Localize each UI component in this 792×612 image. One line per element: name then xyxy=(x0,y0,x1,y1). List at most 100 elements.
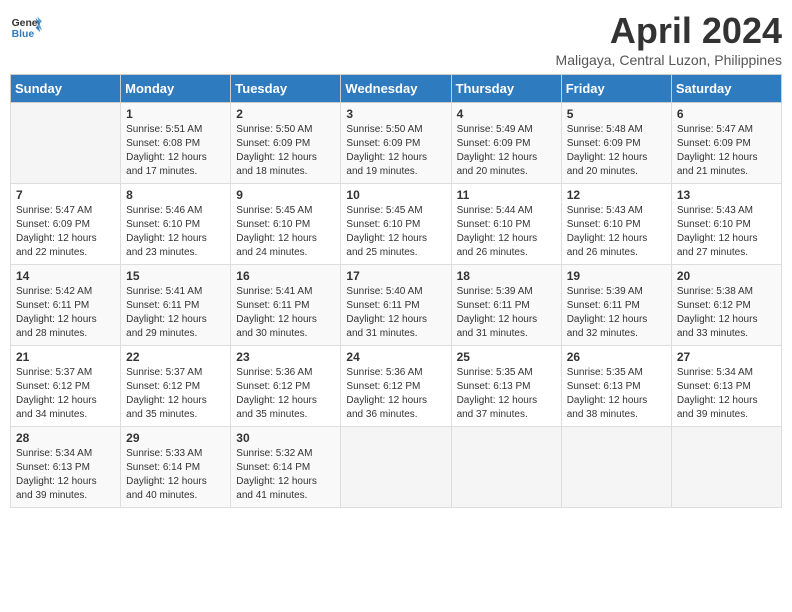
day-of-week-header: Wednesday xyxy=(341,75,451,103)
calendar-cell: 1 Sunrise: 5:51 AM Sunset: 6:08 PM Daylig… xyxy=(121,103,231,184)
day-number: 25 xyxy=(457,350,556,364)
calendar-cell: 19Sunrise: 5:39 AM Sunset: 6:11 PM Dayli… xyxy=(561,265,671,346)
calendar-cell: 30 Sunrise: 5:32 AM Sunset: 6:14 PM Dayli… xyxy=(231,427,341,508)
day-number: 12 xyxy=(567,188,666,202)
cell-info: Sunrise: 5:47 AM Sunset: 6:09 PM Dayligh… xyxy=(677,123,776,179)
calendar-cell: 3Sunrise: 5:50 AM Sunset: 6:09 PM Daylig… xyxy=(341,103,451,184)
calendar-cell: 9 Sunrise: 5:45 AM Sunset: 6:10 PM Daylig… xyxy=(231,184,341,265)
day-number: 6 xyxy=(677,107,776,121)
calendar-cell xyxy=(11,103,121,184)
cell-info: Sunrise: 5:33 AM Sunset: 6:14 PM Dayligh… xyxy=(126,447,225,503)
day-number: 27 xyxy=(677,350,776,364)
title-block: April 2024 Maligaya, Central Luzon, Phil… xyxy=(556,10,782,68)
day-number: 26 xyxy=(567,350,666,364)
day-of-week-header: Thursday xyxy=(451,75,561,103)
calendar-cell: 10 Sunrise: 5:45 AM Sunset: 6:10 PM Dayli… xyxy=(341,184,451,265)
cell-info: Sunrise: 5:46 AM Sunset: 6:10 PM Dayligh… xyxy=(126,204,225,260)
calendar-cell: 21 Sunrise: 5:37 AM Sunset: 6:12 PM Dayli… xyxy=(11,346,121,427)
day-number: 16 xyxy=(236,269,335,283)
day-number: 10 xyxy=(346,188,445,202)
day-number: 23 xyxy=(236,350,335,364)
calendar-cell: 20 Sunrise: 5:38 AM Sunset: 6:12 PM Dayli… xyxy=(671,265,781,346)
day-number: 9 xyxy=(236,188,335,202)
cell-info: Sunrise: 5:36 AM Sunset: 6:12 PM Dayligh… xyxy=(236,366,335,422)
cell-info: Sunrise: 5:38 AM Sunset: 6:12 PM Dayligh… xyxy=(677,285,776,341)
calendar-cell xyxy=(561,427,671,508)
cell-info: Sunrise: 5:50 AM Sunset: 6:09 PM Dayligh… xyxy=(346,123,445,179)
day-number: 18 xyxy=(457,269,556,283)
calendar-cell xyxy=(451,427,561,508)
calendar-cell xyxy=(671,427,781,508)
cell-info: Sunrise: 5:51 AM Sunset: 6:08 PM Dayligh… xyxy=(126,123,225,179)
calendar-cell: 29 Sunrise: 5:33 AM Sunset: 6:14 PM Dayli… xyxy=(121,427,231,508)
day-number: 20 xyxy=(677,269,776,283)
calendar-cell: 6 Sunrise: 5:47 AM Sunset: 6:09 PM Daylig… xyxy=(671,103,781,184)
cell-info: Sunrise: 5:43 AM Sunset: 6:10 PM Dayligh… xyxy=(567,204,666,260)
day-number: 8 xyxy=(126,188,225,202)
calendar-cell: 5 Sunrise: 5:48 AM Sunset: 6:09 PM Daylig… xyxy=(561,103,671,184)
calendar-cell: 27Sunrise: 5:34 AM Sunset: 6:13 PM Dayli… xyxy=(671,346,781,427)
page-header: General Blue April 2024 Maligaya, Centra… xyxy=(10,10,782,68)
calendar-week-row: 7Sunrise: 5:47 AM Sunset: 6:09 PM Daylig… xyxy=(11,184,782,265)
location: Maligaya, Central Luzon, Philippines xyxy=(556,52,782,68)
cell-info: Sunrise: 5:36 AM Sunset: 6:12 PM Dayligh… xyxy=(346,366,445,422)
month-title: April 2024 xyxy=(556,10,782,52)
day-of-week-header: Monday xyxy=(121,75,231,103)
cell-info: Sunrise: 5:39 AM Sunset: 6:11 PM Dayligh… xyxy=(457,285,556,341)
day-number: 5 xyxy=(567,107,666,121)
logo: General Blue xyxy=(10,10,42,42)
day-number: 30 xyxy=(236,431,335,445)
calendar-week-row: 14 Sunrise: 5:42 AM Sunset: 6:11 PM Dayli… xyxy=(11,265,782,346)
day-number: 4 xyxy=(457,107,556,121)
day-number: 28 xyxy=(16,431,115,445)
day-number: 24 xyxy=(346,350,445,364)
cell-info: Sunrise: 5:41 AM Sunset: 6:11 PM Dayligh… xyxy=(236,285,335,341)
calendar-cell: 24 Sunrise: 5:36 AM Sunset: 6:12 PM Dayli… xyxy=(341,346,451,427)
calendar-week-row: 21 Sunrise: 5:37 AM Sunset: 6:12 PM Dayli… xyxy=(11,346,782,427)
cell-info: Sunrise: 5:45 AM Sunset: 6:10 PM Dayligh… xyxy=(236,204,335,260)
day-number: 29 xyxy=(126,431,225,445)
calendar-cell: 25 Sunrise: 5:35 AM Sunset: 6:13 PM Dayli… xyxy=(451,346,561,427)
cell-info: Sunrise: 5:32 AM Sunset: 6:14 PM Dayligh… xyxy=(236,447,335,503)
calendar-cell: 4Sunrise: 5:49 AM Sunset: 6:09 PM Daylig… xyxy=(451,103,561,184)
cell-info: Sunrise: 5:37 AM Sunset: 6:12 PM Dayligh… xyxy=(16,366,115,422)
day-number: 1 xyxy=(126,107,225,121)
day-number: 14 xyxy=(16,269,115,283)
day-number: 2 xyxy=(236,107,335,121)
cell-info: Sunrise: 5:41 AM Sunset: 6:11 PM Dayligh… xyxy=(126,285,225,341)
calendar-week-row: 1 Sunrise: 5:51 AM Sunset: 6:08 PM Daylig… xyxy=(11,103,782,184)
calendar-cell: 13Sunrise: 5:43 AM Sunset: 6:10 PM Dayli… xyxy=(671,184,781,265)
day-of-week-header: Friday xyxy=(561,75,671,103)
cell-info: Sunrise: 5:37 AM Sunset: 6:12 PM Dayligh… xyxy=(126,366,225,422)
calendar-cell: 15Sunrise: 5:41 AM Sunset: 6:11 PM Dayli… xyxy=(121,265,231,346)
cell-info: Sunrise: 5:39 AM Sunset: 6:11 PM Dayligh… xyxy=(567,285,666,341)
day-number: 11 xyxy=(457,188,556,202)
day-of-week-header: Tuesday xyxy=(231,75,341,103)
calendar-cell: 14 Sunrise: 5:42 AM Sunset: 6:11 PM Dayli… xyxy=(11,265,121,346)
calendar-cell: 8 Sunrise: 5:46 AM Sunset: 6:10 PM Daylig… xyxy=(121,184,231,265)
calendar-cell: 7Sunrise: 5:47 AM Sunset: 6:09 PM Daylig… xyxy=(11,184,121,265)
day-of-week-header: Sunday xyxy=(11,75,121,103)
calendar-week-row: 28 Sunrise: 5:34 AM Sunset: 6:13 PM Dayli… xyxy=(11,427,782,508)
calendar-cell: 16 Sunrise: 5:41 AM Sunset: 6:11 PM Dayli… xyxy=(231,265,341,346)
calendar-cell: 17Sunrise: 5:40 AM Sunset: 6:11 PM Dayli… xyxy=(341,265,451,346)
calendar-cell: 12 Sunrise: 5:43 AM Sunset: 6:10 PM Dayli… xyxy=(561,184,671,265)
cell-info: Sunrise: 5:45 AM Sunset: 6:10 PM Dayligh… xyxy=(346,204,445,260)
cell-info: Sunrise: 5:48 AM Sunset: 6:09 PM Dayligh… xyxy=(567,123,666,179)
calendar-cell: 23 Sunrise: 5:36 AM Sunset: 6:12 PM Dayli… xyxy=(231,346,341,427)
calendar-header-row: SundayMondayTuesdayWednesdayThursdayFrid… xyxy=(11,75,782,103)
calendar-cell: 18 Sunrise: 5:39 AM Sunset: 6:11 PM Dayli… xyxy=(451,265,561,346)
cell-info: Sunrise: 5:42 AM Sunset: 6:11 PM Dayligh… xyxy=(16,285,115,341)
day-of-week-header: Saturday xyxy=(671,75,781,103)
logo-icon: General Blue xyxy=(10,10,42,42)
calendar-cell: 26 Sunrise: 5:35 AM Sunset: 6:13 PM Dayli… xyxy=(561,346,671,427)
svg-text:Blue: Blue xyxy=(12,29,35,40)
calendar-cell: 2Sunrise: 5:50 AM Sunset: 6:09 PM Daylig… xyxy=(231,103,341,184)
cell-info: Sunrise: 5:44 AM Sunset: 6:10 PM Dayligh… xyxy=(457,204,556,260)
day-number: 7 xyxy=(16,188,115,202)
day-number: 21 xyxy=(16,350,115,364)
calendar-cell xyxy=(341,427,451,508)
cell-info: Sunrise: 5:35 AM Sunset: 6:13 PM Dayligh… xyxy=(457,366,556,422)
cell-info: Sunrise: 5:34 AM Sunset: 6:13 PM Dayligh… xyxy=(16,447,115,503)
cell-info: Sunrise: 5:35 AM Sunset: 6:13 PM Dayligh… xyxy=(567,366,666,422)
